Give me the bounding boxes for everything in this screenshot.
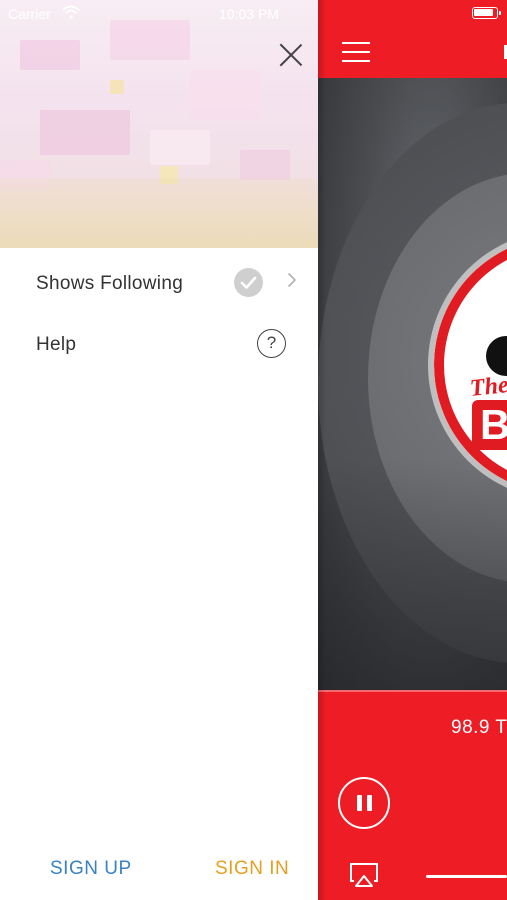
album-art-area: The B [318, 78, 507, 690]
volume-slider[interactable] [426, 875, 507, 878]
status-carrier: Carrier [8, 6, 51, 22]
logo-text-b: B [480, 401, 507, 448]
menu-item-label: Shows Following [36, 273, 184, 294]
station-name: 98.9 T [451, 717, 507, 738]
close-icon[interactable] [276, 40, 306, 70]
status-time: 10:03 PM [219, 6, 279, 22]
menu-item-label: Help [36, 334, 77, 355]
chevron-right-icon [285, 270, 299, 290]
menu-item-help[interactable]: Help ? [0, 320, 318, 376]
help-icon: ? [257, 329, 286, 358]
header-overlay [0, 0, 318, 248]
wifi-icon [62, 5, 80, 19]
drawer-header-image [0, 0, 318, 248]
menu-item-shows-following[interactable]: Shows Following [0, 258, 318, 314]
drawer-shadow [318, 0, 326, 900]
check-icon [234, 268, 263, 297]
pause-button[interactable] [338, 777, 390, 829]
logo-text-the: The [468, 372, 507, 402]
art-shade [318, 458, 507, 690]
player-top-bar [318, 0, 507, 78]
sign-in-button[interactable]: SIGN IN [215, 858, 289, 880]
side-drawer: Carrier 10:03 PM Shows Following Help ? … [0, 0, 318, 900]
battery-icon [472, 7, 501, 19]
hamburger-menu-icon[interactable] [342, 40, 370, 64]
sign-up-button[interactable]: SIGN UP [50, 858, 132, 880]
player-panel: The B 98.9 T [318, 0, 507, 900]
airplay-icon[interactable] [348, 862, 380, 888]
